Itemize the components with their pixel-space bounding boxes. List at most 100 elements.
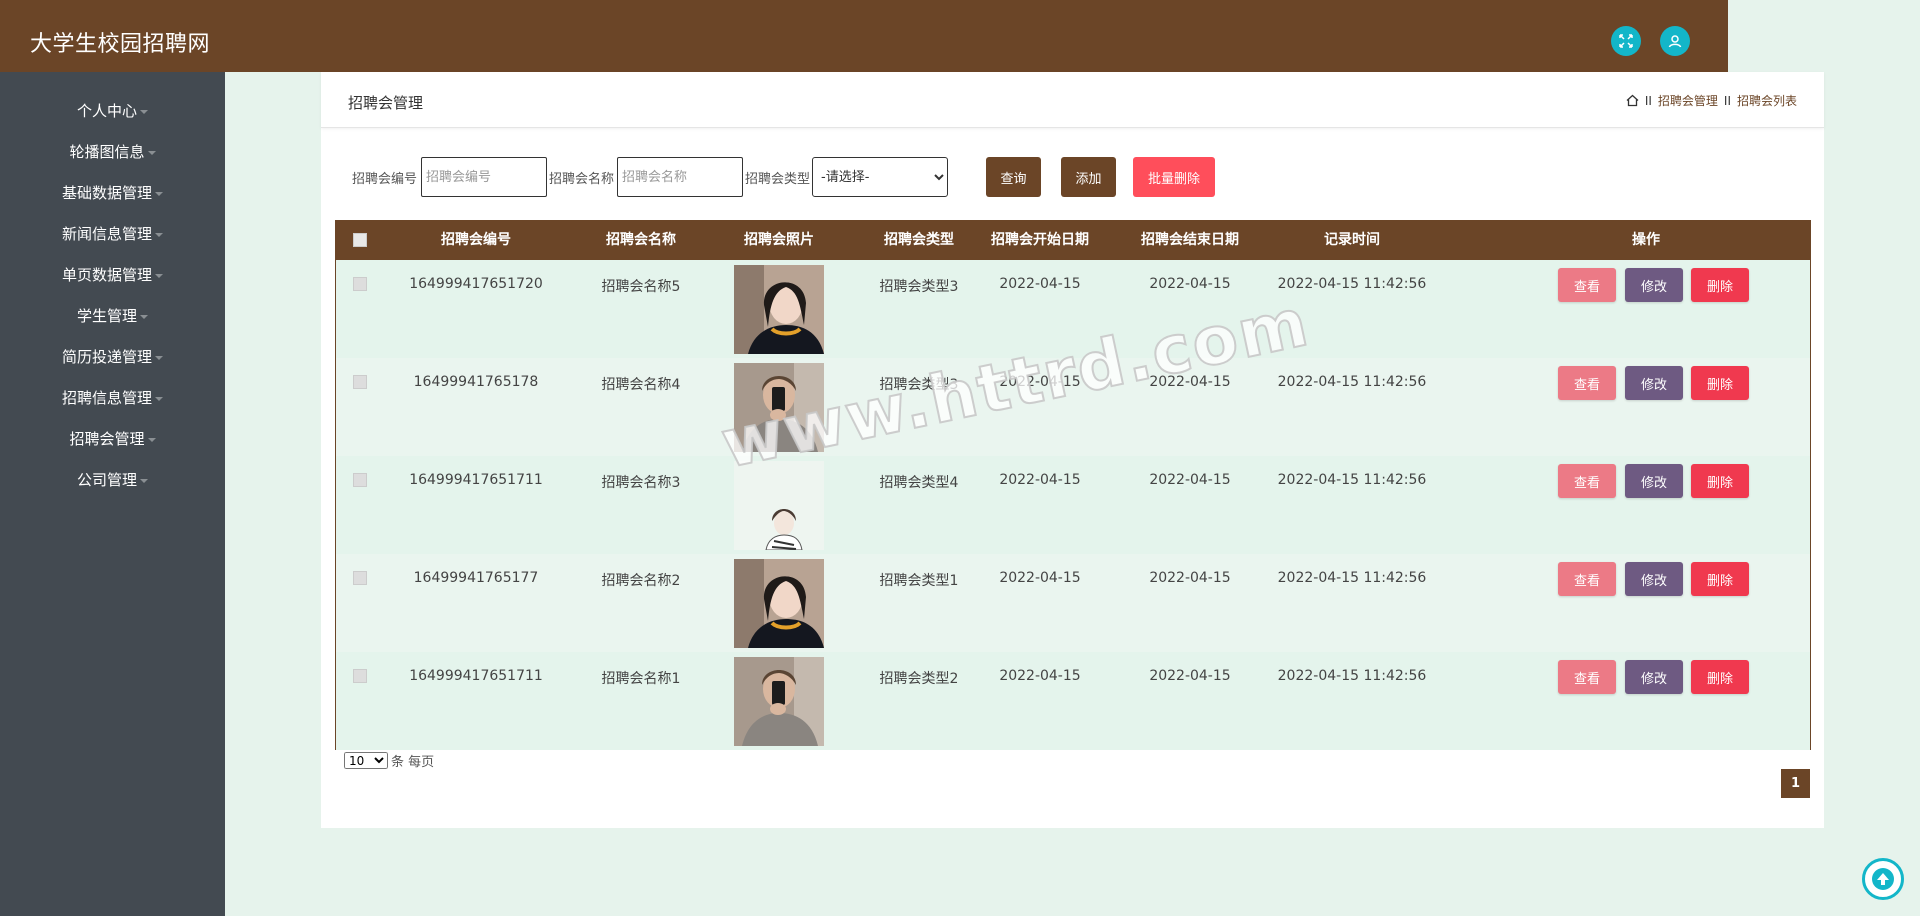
- breadcrumb-level1[interactable]: 招聘会管理: [1658, 92, 1718, 109]
- cell-end-date: 2022-04-15: [1149, 276, 1231, 292]
- page-title: 招聘会管理: [348, 94, 424, 112]
- sidebar-item-label: 招聘信息管理: [61, 388, 152, 407]
- cell-code: 16499941765177: [413, 570, 539, 586]
- sidebar-item-single-page[interactable]: 单页数据管理: [0, 259, 225, 289]
- sidebar-item-carousel[interactable]: 轮播图信息: [0, 136, 225, 166]
- edit-button[interactable]: 修改: [1625, 660, 1683, 694]
- back-to-top-button[interactable]: [1862, 858, 1904, 900]
- sidebar-item-company[interactable]: 公司管理: [0, 464, 225, 494]
- sidebar-item-label: 简历投递管理: [61, 347, 152, 366]
- delete-button[interactable]: 删除: [1691, 268, 1749, 302]
- batch-delete-button[interactable]: 批量删除: [1133, 157, 1215, 197]
- edit-button[interactable]: 修改: [1625, 268, 1683, 302]
- cell-code: 16499941765178: [413, 374, 539, 390]
- breadcrumb-separator: II: [1723, 93, 1731, 108]
- page-size-control: 10 条 每页: [344, 751, 434, 770]
- page-size-suffix: 条 每页: [391, 755, 435, 770]
- chevron-down-icon: [155, 273, 163, 278]
- view-button[interactable]: 查看: [1558, 366, 1616, 400]
- sidebar-item-resume[interactable]: 简历投递管理: [0, 341, 225, 371]
- photo-man-selfie: [734, 363, 824, 452]
- job-fair-table: 招聘会编号 招聘会名称 招聘会照片 招聘会类型 招聘会开始日期 招聘会结束日期 …: [335, 220, 1811, 750]
- view-button[interactable]: 查看: [1558, 268, 1616, 302]
- sidebar-item-students[interactable]: 学生管理: [0, 300, 225, 330]
- chevron-down-icon: [140, 314, 148, 319]
- cell-name: 招聘会名称5: [601, 279, 681, 295]
- cell-name: 招聘会名称1: [601, 671, 681, 687]
- code-search-input[interactable]: [421, 157, 547, 197]
- sidebar-item-label: 新闻信息管理: [61, 224, 152, 243]
- cell-record-time: 2022-04-15 11:42:56: [1277, 570, 1427, 586]
- breadcrumb-separator: II: [1644, 93, 1652, 108]
- sidebar-item-label: 招聘会管理: [69, 429, 145, 448]
- top-bar: 大学生校园招聘网: [0, 0, 1728, 72]
- cell-start-date: 2022-04-15: [999, 668, 1081, 684]
- cell-start-date: 2022-04-15: [999, 570, 1081, 586]
- breadcrumb-level2: 招聘会列表: [1736, 94, 1797, 108]
- photo-girl-sketch: [734, 461, 824, 550]
- column-header: 操作: [1632, 232, 1660, 248]
- user-icon[interactable]: [1660, 26, 1690, 56]
- sidebar-item-news[interactable]: 新闻信息管理: [0, 218, 225, 248]
- cell-end-date: 2022-04-15: [1149, 570, 1231, 586]
- sidebar-item-label: 基础数据管理: [61, 183, 152, 202]
- delete-button[interactable]: 删除: [1691, 660, 1749, 694]
- column-header: 招聘会名称: [606, 232, 676, 248]
- cell-end-date: 2022-04-15: [1149, 374, 1231, 390]
- fullscreen-icon[interactable]: [1611, 26, 1641, 56]
- sidebar-item-label: 学生管理: [76, 306, 137, 325]
- column-header: 招聘会结束日期: [1141, 232, 1239, 248]
- sidebar-item-label: 轮播图信息: [69, 142, 145, 161]
- column-header: 记录时间: [1324, 232, 1380, 248]
- cell-record-time: 2022-04-15 11:42:56: [1277, 276, 1427, 292]
- cell-record-time: 2022-04-15 11:42:56: [1277, 472, 1427, 488]
- edit-button[interactable]: 修改: [1625, 366, 1683, 400]
- cell-end-date: 2022-04-15: [1149, 668, 1231, 684]
- cell-start-date: 2022-04-15: [999, 472, 1081, 488]
- arrow-up-icon: [1872, 868, 1894, 890]
- cell-start-date: 2022-04-15: [999, 276, 1081, 292]
- cell-name: 招聘会名称4: [601, 377, 681, 393]
- sidebar-item-jobs[interactable]: 招聘信息管理: [0, 382, 225, 412]
- chevron-down-icon: [155, 396, 163, 401]
- view-button[interactable]: 查看: [1558, 464, 1616, 498]
- home-icon[interactable]: [1626, 94, 1639, 107]
- row-checkbox[interactable]: [353, 375, 367, 389]
- chevron-down-icon: [140, 109, 148, 114]
- row-checkbox[interactable]: [353, 669, 367, 683]
- row-checkbox[interactable]: [353, 571, 367, 585]
- view-button[interactable]: 查看: [1558, 562, 1616, 596]
- row-checkbox[interactable]: [353, 473, 367, 487]
- view-button[interactable]: 查看: [1558, 660, 1616, 694]
- query-button[interactable]: 查询: [986, 157, 1041, 197]
- sidebar-item-base-data[interactable]: 基础数据管理: [0, 177, 225, 207]
- page-size-select[interactable]: 10: [344, 752, 388, 769]
- table-row: 164999417651720 招聘会名称5 招聘会类型3 2022-04-15…: [336, 260, 1810, 358]
- table-row: 16499941765178 招聘会名称4 招聘会类型3 2022-04-15 …: [336, 358, 1810, 456]
- type-select[interactable]: -请选择-: [812, 157, 948, 197]
- sidebar-item-job-fair[interactable]: 招聘会管理: [0, 423, 225, 453]
- cell-record-time: 2022-04-15 11:42:56: [1277, 668, 1427, 684]
- name-search-input[interactable]: [617, 157, 743, 197]
- edit-button[interactable]: 修改: [1625, 562, 1683, 596]
- page-button-1[interactable]: 1: [1781, 769, 1810, 798]
- select-all-checkbox[interactable]: [353, 233, 367, 247]
- delete-button[interactable]: 删除: [1691, 562, 1749, 596]
- delete-button[interactable]: 删除: [1691, 366, 1749, 400]
- cell-record-time: 2022-04-15 11:42:56: [1277, 374, 1427, 390]
- sidebar-item-label: 个人中心: [76, 101, 137, 120]
- add-button[interactable]: 添加: [1061, 157, 1116, 197]
- sidebar-item-personal-center[interactable]: 个人中心: [0, 95, 225, 125]
- sidebar-item-label: 单页数据管理: [61, 265, 152, 284]
- breadcrumb: II 招聘会管理 II 招聘会列表: [1626, 92, 1797, 109]
- cell-code: 164999417651720: [409, 276, 543, 292]
- cell-code: 164999417651711: [409, 472, 543, 488]
- name-label: 招聘会名称: [549, 172, 615, 187]
- delete-button[interactable]: 删除: [1691, 464, 1749, 498]
- column-header: 招聘会编号: [441, 232, 511, 248]
- row-checkbox[interactable]: [353, 277, 367, 291]
- app-title: 大学生校园招聘网: [30, 32, 211, 57]
- table-row: 164999417651711 招聘会名称3 招聘会类型4 2022-04-15…: [336, 456, 1810, 554]
- edit-button[interactable]: 修改: [1625, 464, 1683, 498]
- table-row: 16499941765177 招聘会名称2 招聘会类型1 2022-04-15 …: [336, 554, 1810, 652]
